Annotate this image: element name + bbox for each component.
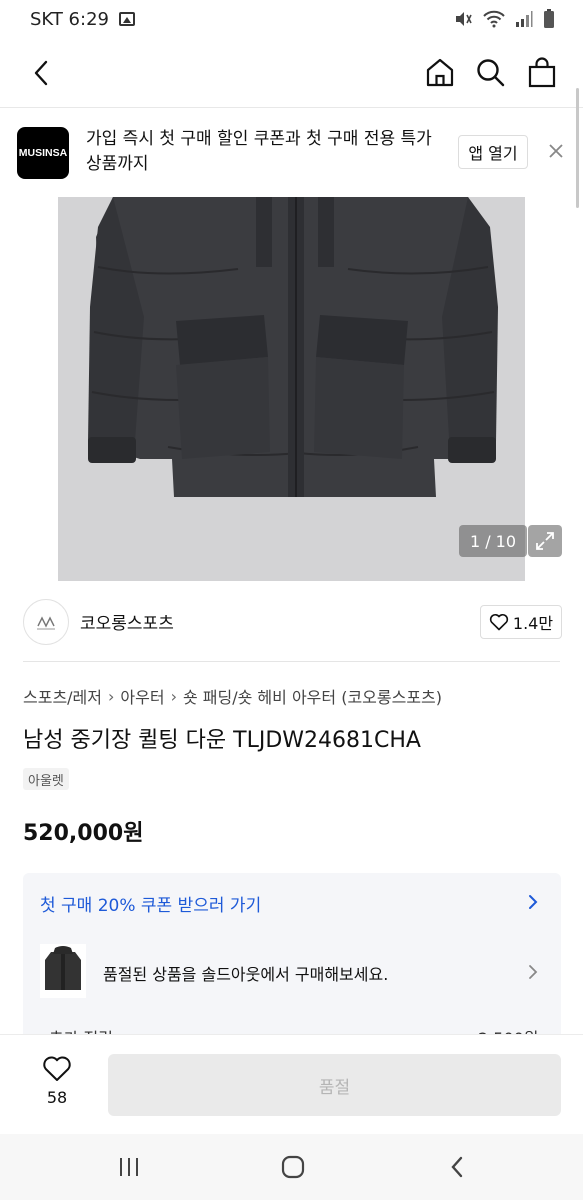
mute-icon [456,12,472,26]
breadcrumb-item[interactable]: 아우터 [120,684,164,708]
brand-logo[interactable] [23,599,69,645]
system-navigation-bar [0,1134,583,1200]
heart-icon [489,613,509,631]
breadcrumb-item[interactable]: 스포츠/레저 [23,684,102,708]
brand-row[interactable]: 코오롱스포츠 1.4만 [0,582,583,662]
home-circle-icon [281,1155,305,1179]
close-icon [549,144,563,158]
status-bar: SKT 6:29 [0,0,583,38]
back-arrow-icon [451,1156,463,1178]
back-button[interactable] [24,54,58,92]
divider [23,661,560,662]
status-right [453,9,555,29]
carrier-time: SKT 6:29 [30,8,109,30]
brand-like-button[interactable]: 1.4만 [480,605,562,639]
soldout-link[interactable]: 품절된 상품을 솔드아웃에서 구매해보세요. [23,939,561,1009]
jacket-illustration [88,197,498,497]
kolon-logo-icon [37,616,55,630]
close-banner-button[interactable] [545,140,567,162]
signal-icon [516,11,533,27]
chevron-right-icon [525,891,541,913]
search-icon [477,59,505,87]
wishlist-count: 58 [46,1088,68,1107]
brand-name[interactable]: 코오롱스포츠 [80,609,174,634]
first-purchase-coupon-link[interactable]: 첫 구매 20% 쿠폰 받으러 가기 [23,873,561,931]
back-icon [34,60,48,86]
battery-icon [544,9,554,28]
musinsa-logo: MUSINSA [17,127,69,179]
outlet-badge: 아울렛 [23,768,69,790]
open-app-button[interactable]: 앱 열기 [458,135,528,169]
back-nav-button[interactable] [442,1152,472,1182]
coupon-text: 첫 구매 20% 쿠폰 받으러 가기 [40,896,262,916]
chevron-right-icon: › [108,686,115,706]
cart-button[interactable] [524,54,560,90]
status-left: SKT 6:29 [30,9,135,30]
search-button[interactable] [472,54,508,90]
product-price: 520,000원 [23,821,144,846]
benefits-box: 첫 구매 20% 쿠폰 받으러 가기 품절된 상품을 솔드아웃에서 구매해보세요… [23,873,561,1043]
home-icon [426,58,454,87]
soldout-text: 품절된 상품을 솔드아웃에서 구매해보세요. [103,965,389,984]
expand-icon [536,532,554,550]
image-counter: 1 / 10 [459,525,527,557]
heart-icon [43,1056,71,1081]
product-photo [58,197,525,581]
breadcrumb: 스포츠/레저 › 아우터 › 숏 패딩/숏 헤비 아우터 (코오롱스포츠) [23,684,442,708]
gallery-icon [118,12,135,26]
soldout-button[interactable]: 품절 [108,1054,561,1116]
chevron-right-icon [525,961,541,983]
product-image-gallery[interactable]: 1 / 10 [0,197,583,581]
chevron-right-icon: › [170,686,177,706]
wishlist-button[interactable]: 58 [34,1055,80,1115]
recent-apps-button[interactable] [114,1152,144,1182]
wifi-icon [483,10,505,28]
home-button[interactable] [422,54,458,90]
expand-image-button[interactable] [528,525,562,557]
banner-message: 가입 즉시 첫 구매 할인 쿠폰과 첫 구매 전용 특가 상품까지 [86,129,432,174]
recent-apps-icon [120,1158,138,1176]
scrollbar[interactable] [576,88,579,208]
bottom-action-bar: 58 품절 [0,1034,583,1134]
top-header [0,38,583,108]
app-install-banner: MUSINSA 가입 즉시 첫 구매 할인 쿠폰과 첫 구매 전용 특가 상품까… [0,109,583,197]
soldout-thumbnail [40,944,86,998]
breadcrumb-item[interactable]: 숏 패딩/숏 헤비 아우터 (코오롱스포츠) [183,684,442,708]
product-title: 남성 중기장 퀼팅 다운 TLJDW24681CHA [23,728,421,753]
home-nav-button[interactable] [278,1152,308,1182]
brand-like-count: 1.4만 [512,614,554,633]
shopping-bag-icon [528,57,556,88]
